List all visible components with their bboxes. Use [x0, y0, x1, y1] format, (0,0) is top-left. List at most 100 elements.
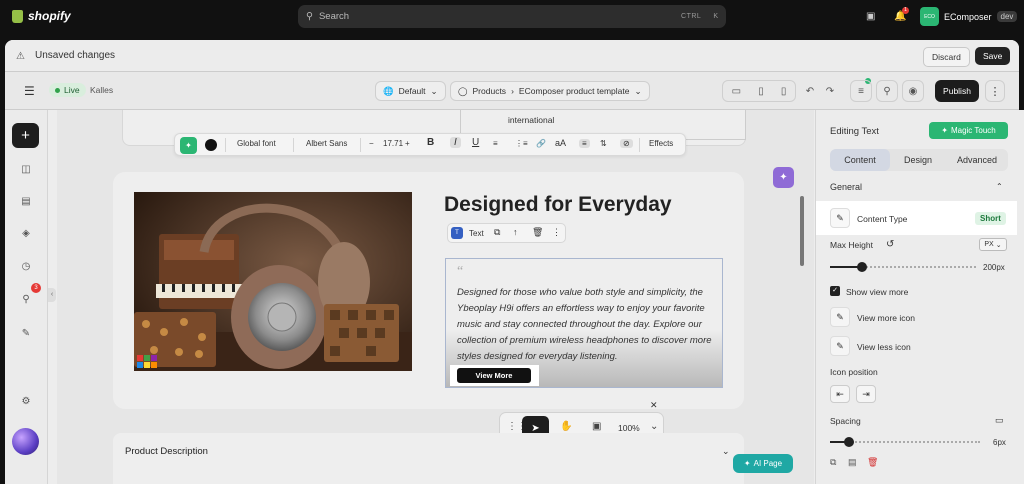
reset-icon[interactable]: ↺ [886, 239, 894, 250]
globe-icon: 🌐 [383, 85, 394, 96]
search-issues-icon[interactable]: ⚲ [18, 294, 34, 310]
clear-format-icon[interactable]: ⊘ [620, 139, 633, 148]
gear-icon[interactable]: ⚙ [18, 396, 34, 412]
ordered-list-icon[interactable]: ≡ [493, 139, 498, 148]
layers-icon[interactable]: ◈ [18, 228, 34, 244]
tab-content[interactable]: Content [830, 149, 890, 171]
store-avatar: ECO [920, 7, 939, 26]
decrease-size-icon[interactable]: − [369, 139, 374, 148]
store-switcher[interactable]: ECO EComposer dev [920, 7, 1018, 26]
chevron-down-icon: ⌄ [995, 241, 1002, 249]
slider-knob[interactable] [857, 262, 867, 272]
section-heading[interactable]: Designed for Everyday [444, 193, 672, 217]
template-breadcrumb[interactable]: ◯ Products › EComposer product template … [450, 81, 650, 101]
pencil-icon[interactable]: ✎ [830, 307, 850, 327]
case-button[interactable]: aA [555, 138, 566, 148]
search-input[interactable]: ⚲ Search CTRL K [298, 5, 726, 28]
hand-tool-icon[interactable]: ✋ [560, 421, 572, 432]
desktop-icon[interactable]: ▭ [732, 86, 741, 97]
unit-select[interactable]: PX ⌄ [979, 238, 1007, 251]
delete-icon[interactable]: 🗑 [532, 227, 543, 238]
ai-assistant-orb[interactable] [12, 428, 39, 455]
save-button[interactable]: Save [975, 47, 1011, 65]
publish-button[interactable]: Publish [935, 80, 979, 102]
copy-icon[interactable]: ⧉ [830, 457, 836, 468]
zoom-level[interactable]: 100% [618, 423, 640, 433]
pencil-icon[interactable]: ✎ [830, 336, 850, 356]
undo-icon[interactable]: ↶ [806, 86, 814, 97]
line-height-icon[interactable]: ⇅ [600, 139, 607, 148]
add-element-button[interactable]: + [12, 123, 39, 148]
desktop-icon[interactable]: ▭ [995, 415, 1004, 426]
settings-sliders-icon[interactable]: ≡ [850, 80, 872, 102]
collapse-rail-handle[interactable]: ‹ [48, 288, 56, 302]
store-icon[interactable]: ▣ [866, 11, 875, 22]
product-description-section[interactable] [113, 433, 744, 484]
product-image[interactable] [134, 192, 412, 371]
mobile-icon[interactable]: ▯ [781, 86, 787, 97]
align-left-icon[interactable]: ≡ [579, 139, 590, 148]
link-icon[interactable]: 🔗 [536, 139, 546, 148]
move-up-icon[interactable]: ↑ [513, 227, 518, 237]
preview-eye-icon[interactable]: ◉ [902, 80, 924, 102]
duplicate-icon[interactable]: ⧉ [494, 227, 500, 238]
brush-icon[interactable]: ✎ [18, 328, 34, 344]
magic-touch-label: Magic Touch [950, 126, 996, 135]
increase-size-icon[interactable]: + [405, 139, 410, 148]
warning-icon: ⚠ [16, 51, 25, 62]
tablet-icon[interactable]: ▯ [758, 86, 764, 97]
ai-sparkle-icon[interactable]: ✦ [773, 167, 794, 188]
shopify-logo[interactable]: shopify [12, 9, 71, 23]
bold-button[interactable]: B [427, 137, 434, 148]
chevron-down-icon[interactable]: ⌄ [722, 446, 730, 457]
fit-screen-icon[interactable]: ▣ [592, 421, 601, 432]
discard-button[interactable]: Discard [923, 47, 970, 67]
pages-icon[interactable]: ▤ [18, 196, 34, 212]
sections-icon[interactable]: ◫ [18, 164, 34, 180]
redo-icon[interactable]: ↷ [826, 86, 834, 97]
magic-touch-button[interactable]: ✦ Magic Touch [929, 122, 1008, 139]
save-preset-icon[interactable]: ▤ [848, 457, 857, 468]
tab-advanced[interactable]: Advanced [946, 149, 1008, 171]
content-type-badge[interactable]: Short [975, 212, 1006, 225]
slider-knob[interactable] [844, 437, 854, 447]
view-more-icon-label: View more icon [857, 313, 915, 323]
more-options-icon[interactable]: ⋮ [552, 227, 561, 238]
view-more-button[interactable]: View More [457, 368, 531, 383]
delete-icon[interactable]: 🗑 [867, 457, 878, 468]
font-size-input[interactable]: 17.71 [383, 139, 403, 148]
language-select[interactable]: 🌐 Default ⌄ [375, 81, 446, 101]
shopify-bag-icon [12, 9, 23, 23]
panel-tabs: Content Design Advanced [830, 149, 1008, 171]
tab-design[interactable]: Design [890, 149, 946, 171]
icon-position-label: Icon position [830, 367, 878, 377]
paragraph-text[interactable]: Designed for those who value both style … [457, 285, 713, 365]
position-left-icon[interactable]: ⇤ [830, 385, 850, 403]
ai-format-icon[interactable]: ✦ [180, 137, 197, 154]
text-color-swatch[interactable] [205, 139, 217, 151]
font-scope-select[interactable]: Global font [237, 139, 276, 148]
device-switcher: ▭ ▯ ▯ [722, 80, 796, 102]
menu-icon[interactable]: ☰ [24, 84, 35, 98]
show-view-more-checkbox[interactable]: ✓ [830, 286, 840, 296]
italic-button[interactable]: I [450, 137, 461, 148]
general-section-title[interactable]: General [830, 182, 862, 192]
chevron-right-icon: › [511, 86, 514, 96]
bullet-list-icon[interactable]: ⋮≡ [515, 139, 528, 148]
more-options-icon[interactable]: ⋮ [985, 80, 1005, 102]
chevron-up-icon[interactable]: ⌃ [996, 182, 1003, 191]
close-toolbar-icon[interactable]: ✕ [650, 400, 658, 411]
headphones-illustration [134, 192, 412, 371]
divider [639, 138, 640, 152]
underline-button[interactable]: U [472, 137, 479, 148]
chevron-down-icon: ⌄ [430, 85, 438, 96]
chevron-down-icon[interactable]: ⌄ [650, 421, 658, 432]
effects-button[interactable]: Effects [649, 139, 673, 148]
font-family-select[interactable]: Albert Sans [306, 139, 347, 148]
shortcut-k: K [713, 13, 718, 20]
history-icon[interactable]: ◷ [18, 261, 34, 277]
position-right-icon[interactable]: ⇥ [856, 385, 876, 403]
ai-page-button[interactable]: ✦ AI Page [733, 454, 793, 473]
canvas-scrollbar[interactable] [800, 196, 804, 266]
inspect-icon[interactable]: ⚲ [876, 80, 898, 102]
